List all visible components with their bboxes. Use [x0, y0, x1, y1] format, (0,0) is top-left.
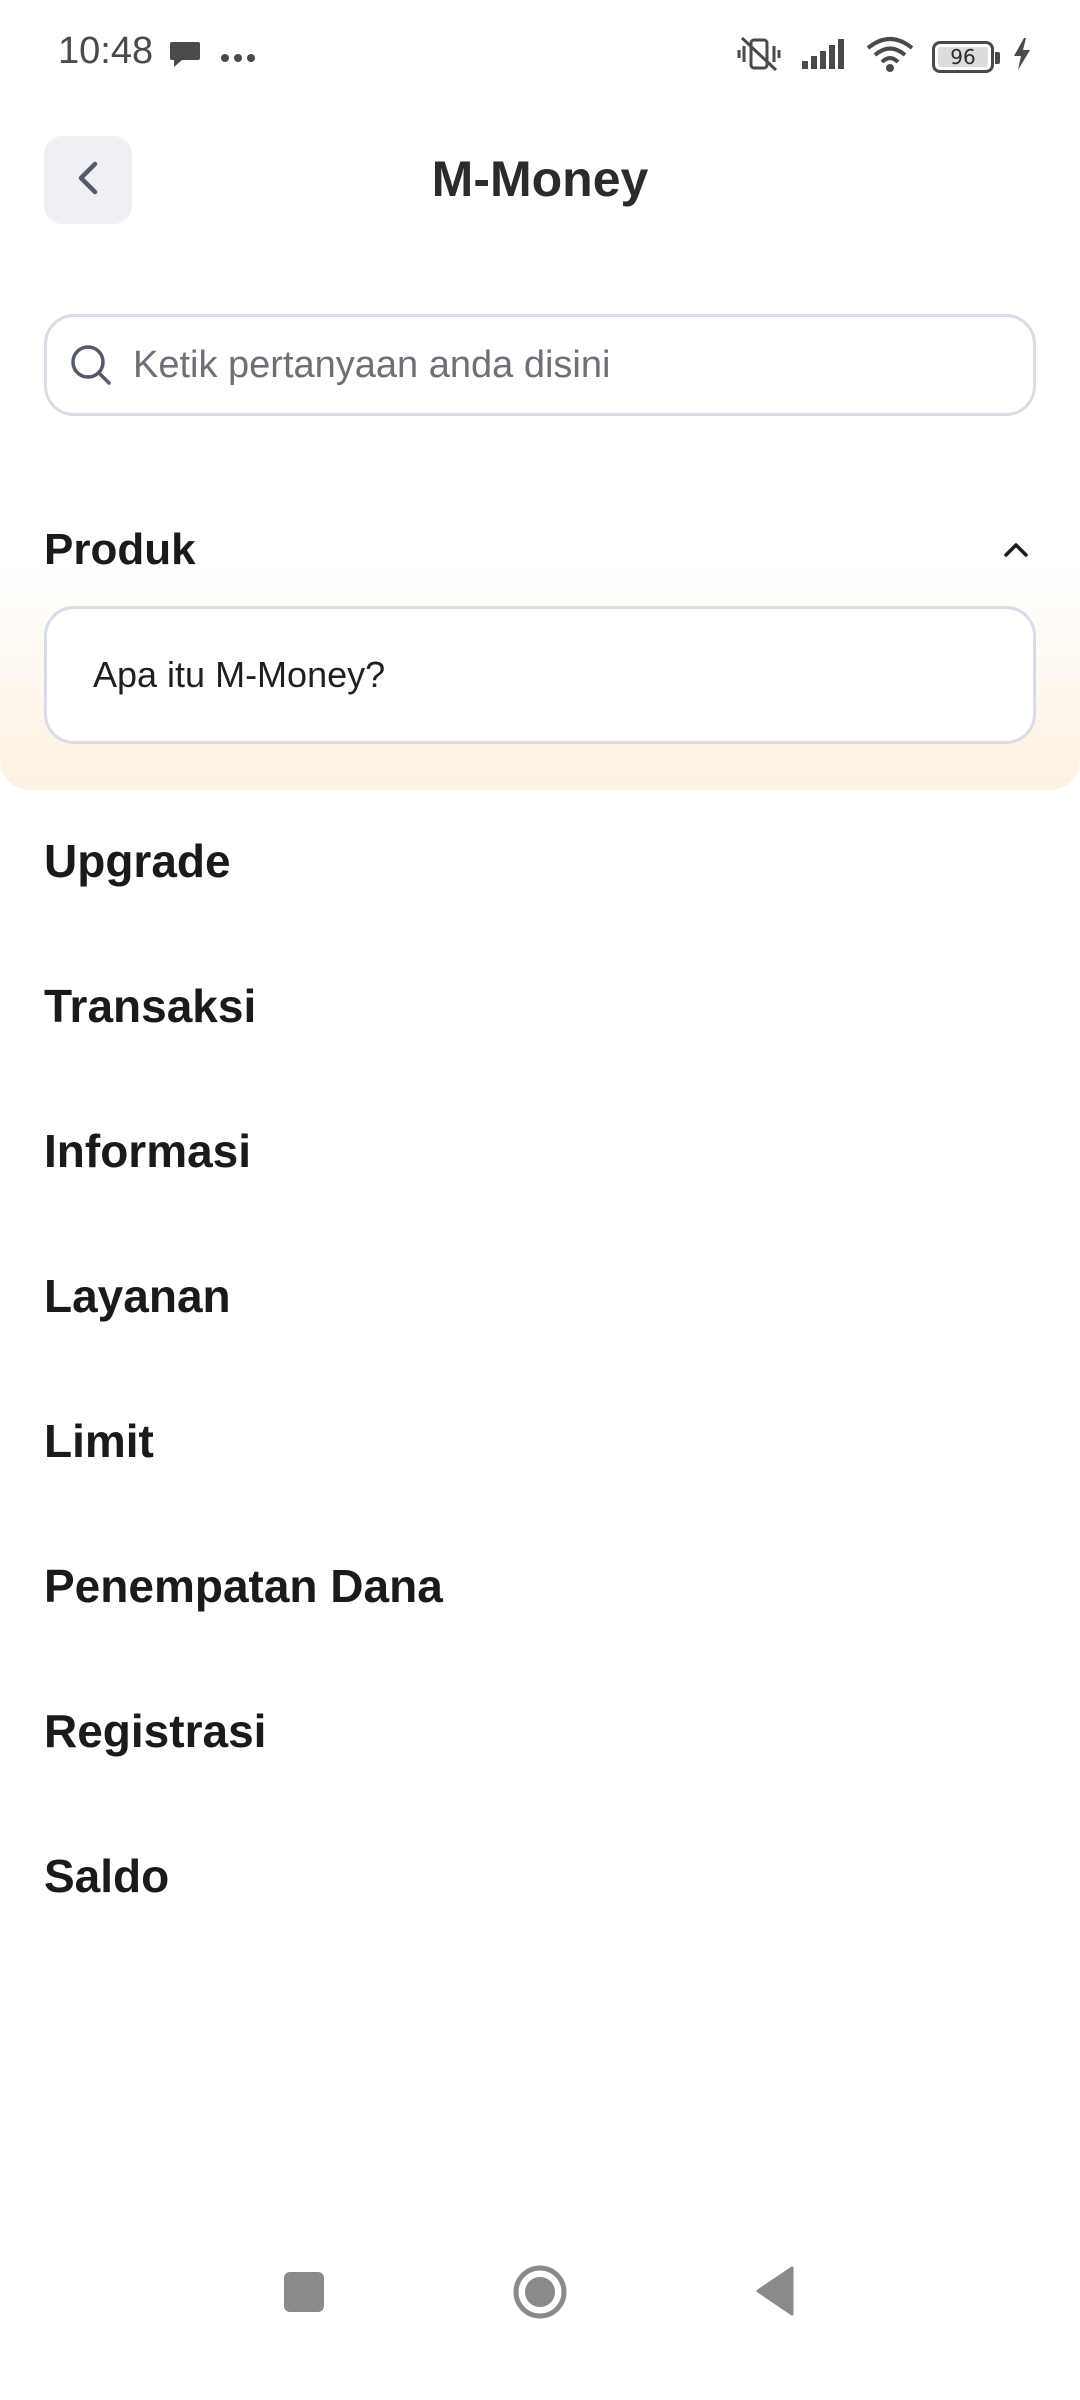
category-item-registrasi[interactable]: Registrasi: [44, 1692, 1036, 1837]
search-icon: [69, 343, 113, 387]
search-box[interactable]: [44, 314, 1036, 416]
category-label: Registrasi: [44, 1705, 267, 1757]
signal-icon: [800, 37, 848, 76]
status-time: 10:48: [58, 30, 154, 72]
recents-square-icon[interactable]: [282, 2270, 326, 2319]
page-title: M-Money: [431, 151, 649, 207]
category-item-transaksi[interactable]: Transaksi: [44, 967, 1036, 1112]
more-dots-icon: [220, 50, 256, 68]
status-icons: 96: [736, 34, 1032, 79]
category-header-produk[interactable]: Produk: [44, 510, 1036, 590]
status-bar: 10:48 96: [0, 0, 1080, 110]
category-title: Produk: [44, 525, 196, 574]
category-label: Saldo: [44, 1850, 170, 1902]
category-section-expanded: Produk Apa itu M-Money?: [0, 490, 1080, 790]
category-item-layanan[interactable]: Layanan: [44, 1257, 1036, 1402]
back-triangle-icon[interactable]: [752, 2264, 796, 2323]
wifi-icon: [866, 36, 914, 77]
charging-icon: [1012, 37, 1032, 76]
category-label: Informasi: [44, 1125, 252, 1177]
category-label: Layanan: [44, 1270, 231, 1322]
category-label: Transaksi: [44, 980, 257, 1032]
battery-level: 96: [950, 44, 976, 69]
faq-question-item[interactable]: Apa itu M-Money?: [44, 606, 1036, 744]
battery-icon: 96: [932, 40, 1000, 73]
chevron-up-icon[interactable]: [1002, 541, 1030, 559]
category-label: Upgrade: [44, 835, 231, 887]
system-nav-bar: [0, 2265, 1080, 2400]
vibrate-off-icon: [736, 34, 782, 79]
category-item-penempatan-dana[interactable]: Penempatan Dana: [44, 1547, 1036, 1692]
home-circle-icon[interactable]: [510, 2262, 570, 2327]
category-item-limit[interactable]: Limit: [44, 1402, 1036, 1547]
category-label: Penempatan Dana: [44, 1560, 443, 1612]
chat-bubble-icon: [168, 38, 202, 75]
search-input[interactable]: [131, 342, 1033, 388]
category-label: Limit: [44, 1415, 154, 1467]
category-item-upgrade[interactable]: Upgrade: [44, 822, 1036, 967]
category-list: Upgrade Transaksi Informasi Layanan Limi…: [44, 822, 1036, 1982]
category-item-saldo[interactable]: Saldo: [44, 1837, 1036, 1982]
category-item-informasi[interactable]: Informasi: [44, 1112, 1036, 1257]
